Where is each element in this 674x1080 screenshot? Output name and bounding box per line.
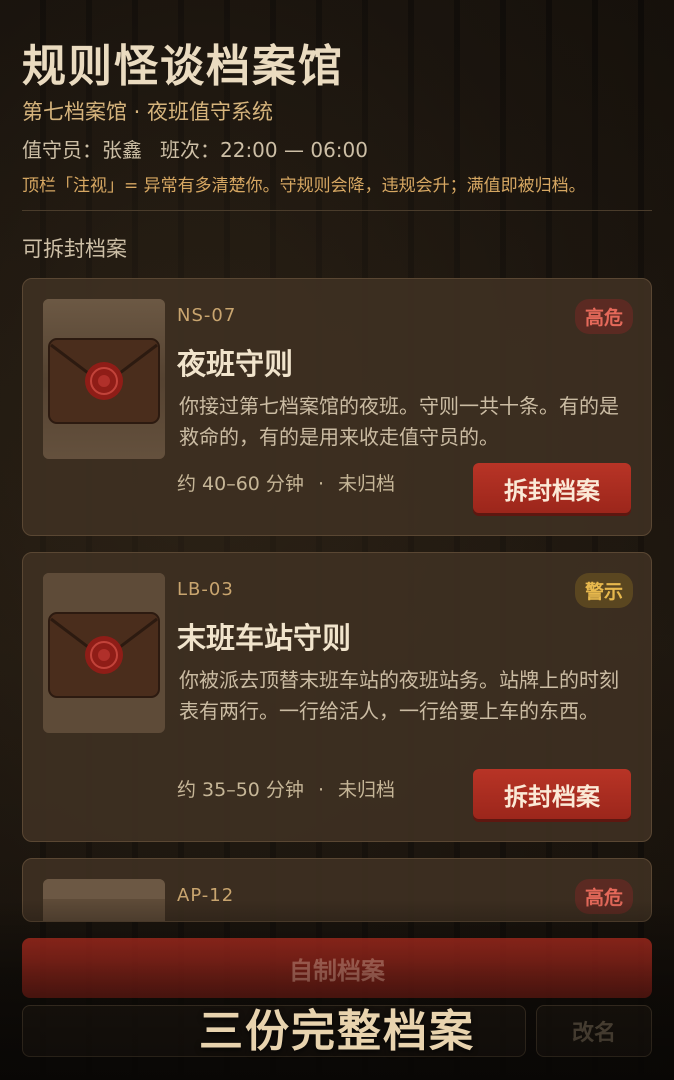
card-duration: 约 40–60 分钟: [177, 473, 304, 495]
header-divider: [22, 210, 652, 211]
card-title: 末班车站守则: [177, 621, 352, 655]
card-duration: 约 35–50 分钟: [177, 779, 304, 801]
guard-name: 值守员：张鑫: [22, 138, 142, 162]
gaze-hint: 顶栏「注视」= 异常有多清楚你。守规则会降，违规会升；满值即被归档。: [22, 176, 586, 196]
card-title: 夜班守则: [177, 347, 294, 381]
archive-card[interactable]: NS-07 高危 夜班守则 你接过第七档案馆的夜班。守则一共十条。有的是救命的，…: [22, 278, 652, 536]
card-status: 未归档: [337, 473, 395, 495]
shift-time: 班次：22:00 — 06:00: [160, 138, 368, 162]
card-status: 未归档: [337, 779, 395, 801]
open-archive-button[interactable]: 拆封档案: [473, 769, 631, 819]
archive-subtitle: 第七档案馆 · 夜班值守系统: [22, 100, 274, 124]
card-code: NS-07: [177, 305, 237, 326]
overlay-banner-text: 三份完整档案: [199, 1006, 475, 1057]
card-code: AP-12: [177, 885, 235, 906]
custom-archive-button[interactable]: 自制档案: [22, 938, 652, 998]
risk-badge: 高危: [574, 879, 633, 914]
card-meta: 约 40–60 分钟 · 未归档: [177, 469, 395, 496]
wax-sealed-envelope-icon: [43, 879, 165, 921]
risk-badge: 警示: [574, 573, 633, 608]
card-code: LB-03: [177, 579, 234, 600]
card-meta: 约 35–50 分钟 · 未归档: [177, 775, 395, 802]
wax-sealed-envelope-icon: [43, 299, 165, 459]
app-title: 规则怪谈档案馆: [22, 41, 344, 92]
card-description: 你接过第七档案馆的夜班。守则一共十条。有的是救命的，有的是用来收走值守员的。: [179, 394, 619, 449]
section-label: 可拆封档案: [22, 237, 127, 261]
dot-separator: ·: [317, 779, 324, 801]
open-archive-button[interactable]: 拆封档案: [473, 463, 631, 513]
risk-badge: 高危: [574, 299, 633, 334]
wax-sealed-envelope-icon: [43, 573, 165, 733]
duty-info: 值守员：张鑫 班次：22:00 — 06:00: [22, 134, 368, 163]
archive-card[interactable]: LB-03 警示 末班车站守则 你被派去顶替末班车站的夜班站务。站牌上的时刻表有…: [22, 552, 652, 842]
card-description: 你被派去顶替末班车站的夜班站务。站牌上的时刻表有两行。一行给活人，一行给要上车的…: [179, 668, 619, 723]
dot-separator: ·: [317, 473, 324, 495]
archive-card[interactable]: AP-12 高危: [22, 858, 652, 922]
